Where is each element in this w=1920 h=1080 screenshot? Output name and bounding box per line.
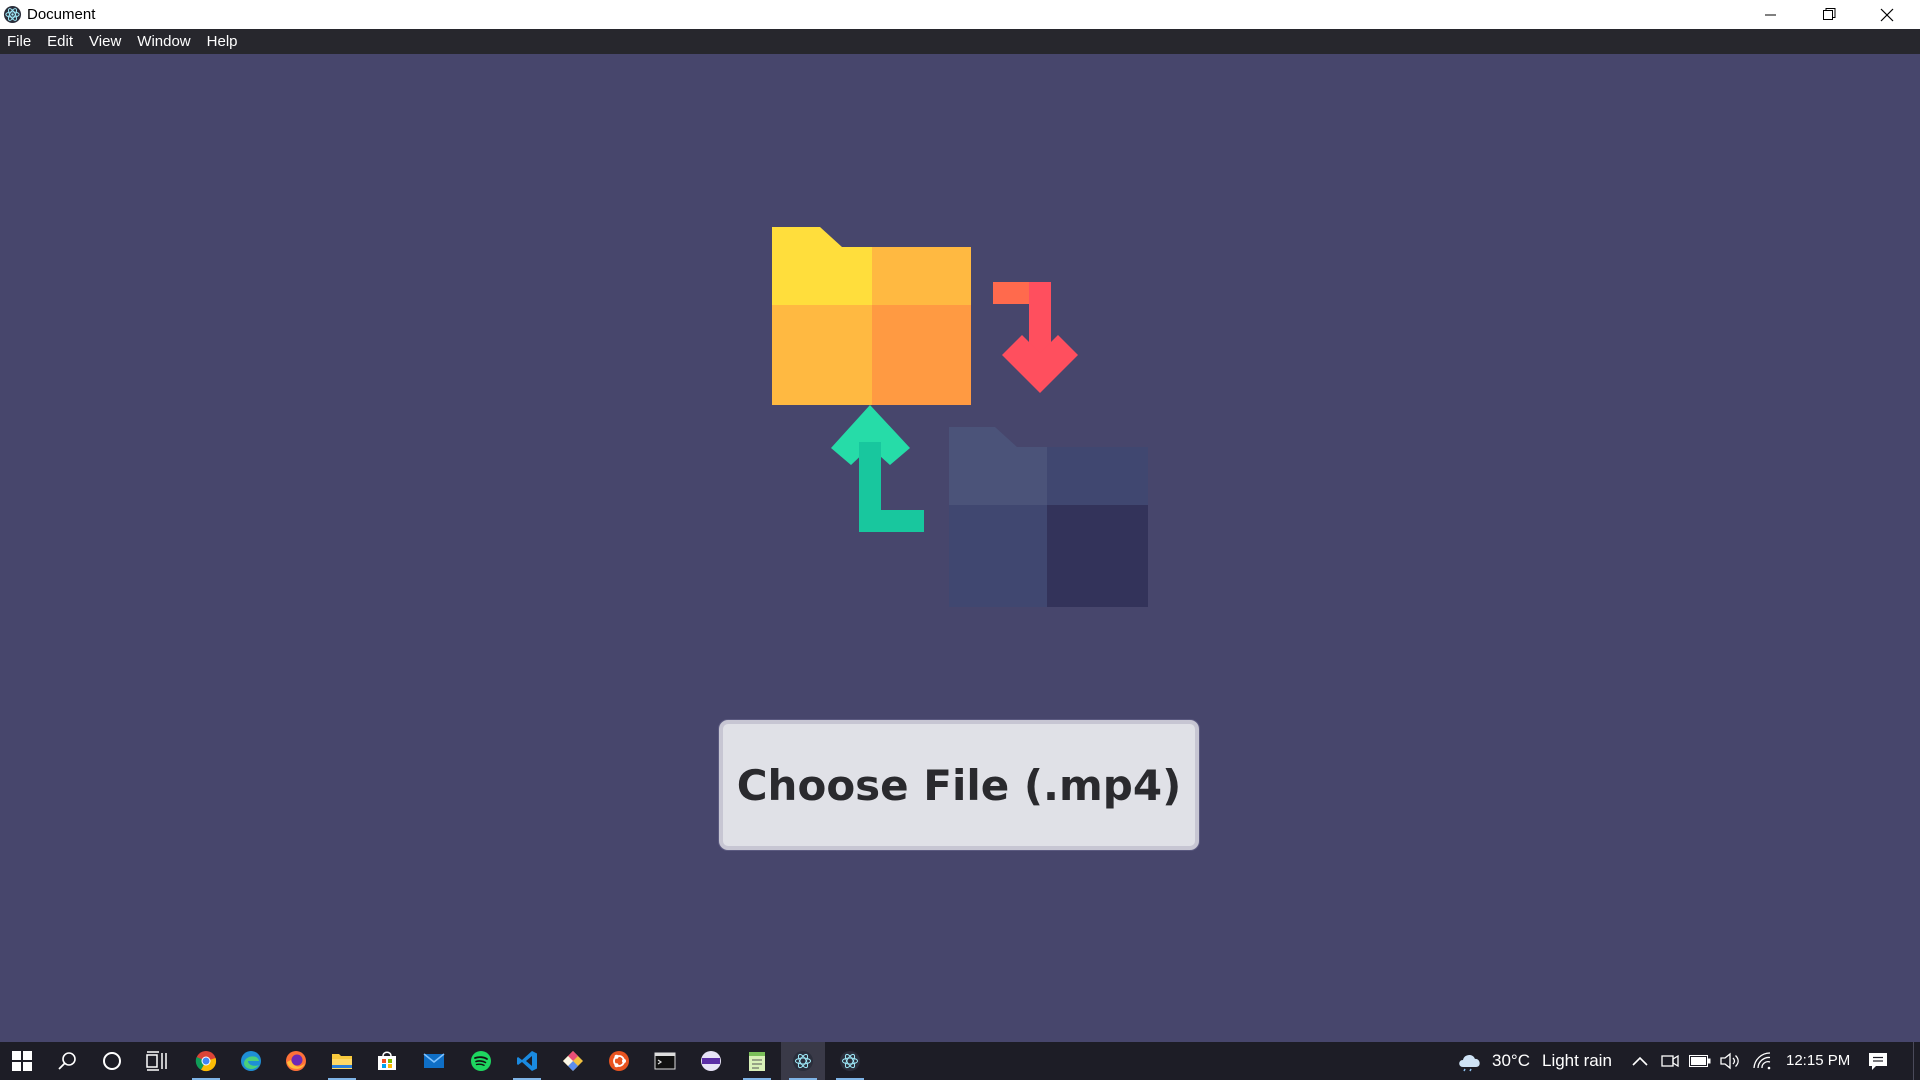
weather-condition: Light rain: [1541, 1051, 1612, 1070]
battery-icon: [1689, 1055, 1711, 1067]
notepad-icon: [749, 1052, 765, 1071]
taskbar-electron-second[interactable]: [828, 1042, 872, 1080]
search-icon: [58, 1052, 76, 1070]
choose-file-button[interactable]: Choose File (.mp4): [719, 720, 1199, 850]
main-content: Choose File (.mp4): [0, 54, 1920, 1042]
electron-icon: [840, 1051, 860, 1071]
ubuntu-icon: [609, 1051, 629, 1071]
electron-icon: [793, 1051, 813, 1071]
restore-button[interactable]: [1800, 0, 1858, 29]
firefox-icon: [286, 1051, 306, 1071]
close-icon: [1880, 8, 1894, 21]
folder-icon: [772, 227, 971, 405]
chevron-up-icon: [1632, 1056, 1648, 1066]
volume-icon: [1720, 1052, 1739, 1070]
notification-button[interactable]: [1856, 1042, 1900, 1080]
taskbar-app[interactable]: [689, 1042, 733, 1080]
taskbar-notepad[interactable]: [735, 1042, 779, 1080]
restore-icon: [1822, 8, 1835, 20]
wifi-icon: [1753, 1052, 1771, 1070]
taskbar-firefox[interactable]: [274, 1042, 318, 1080]
cloud-rain-icon: [1459, 1054, 1480, 1072]
windows-start-icon: [12, 1051, 32, 1071]
wifi-button[interactable]: [1742, 1042, 1782, 1080]
folder-dark-icon: [949, 427, 1148, 607]
mail-icon: [423, 1053, 445, 1068]
task-view-icon: [146, 1051, 167, 1071]
taskbar-ubuntu[interactable]: [597, 1042, 641, 1080]
meet-now-icon: [1661, 1054, 1679, 1068]
taskbar-terminal[interactable]: [643, 1042, 687, 1080]
cortana-button[interactable]: [90, 1042, 134, 1080]
window-title: Document: [27, 6, 96, 23]
folder-transfer-illustration: [772, 227, 1148, 607]
arrow-up-icon: [831, 405, 924, 532]
taskbar-store[interactable]: [365, 1042, 409, 1080]
menu-view[interactable]: View: [81, 29, 129, 54]
taskbar-mail[interactable]: [412, 1042, 456, 1080]
task-view-button[interactable]: [135, 1042, 179, 1080]
start-button[interactable]: [0, 1042, 44, 1080]
taskbar-chrome[interactable]: [184, 1042, 228, 1080]
weather-widget[interactable]: 30°C Light rain: [1456, 1042, 1612, 1080]
clock[interactable]: 12:15 PM: [1786, 1042, 1850, 1080]
title-bar: Document: [0, 0, 1920, 29]
search-button[interactable]: [45, 1042, 89, 1080]
chrome-icon: [195, 1051, 217, 1072]
electron-icon: [3, 5, 22, 24]
close-button[interactable]: [1858, 0, 1916, 29]
vscode-icon: [517, 1051, 537, 1071]
menu-window[interactable]: Window: [129, 29, 198, 54]
menu-file[interactable]: File: [0, 29, 39, 54]
weather-temperature: 30°C: [1492, 1051, 1530, 1070]
minimize-button[interactable]: [1742, 0, 1800, 29]
git-icon: [563, 1051, 583, 1071]
taskbar-edge[interactable]: [229, 1042, 273, 1080]
spotify-icon: [471, 1051, 491, 1071]
app-icon: [701, 1051, 721, 1071]
taskbar-spotify[interactable]: [459, 1042, 503, 1080]
edge-icon: [241, 1051, 261, 1071]
taskbar-git[interactable]: [551, 1042, 595, 1080]
taskbar-file-explorer[interactable]: [320, 1042, 364, 1080]
menu-bar: File Edit View Window Help: [0, 29, 1920, 54]
terminal-icon: [654, 1052, 676, 1070]
show-desktop-button[interactable]: [1913, 1042, 1920, 1080]
arrow-down-icon: [993, 282, 1078, 393]
menu-help[interactable]: Help: [199, 29, 246, 54]
menu-edit[interactable]: Edit: [39, 29, 81, 54]
minimize-icon: [1765, 14, 1776, 15]
cortana-icon: [103, 1052, 121, 1070]
store-icon: [378, 1051, 396, 1070]
file-explorer-icon: [332, 1054, 352, 1069]
notification-icon: [1869, 1053, 1887, 1070]
taskbar-vscode[interactable]: [505, 1042, 549, 1080]
taskbar-electron-document[interactable]: [781, 1042, 825, 1080]
taskbar: 30°C Light rain 12:15 PM: [0, 1042, 1920, 1080]
